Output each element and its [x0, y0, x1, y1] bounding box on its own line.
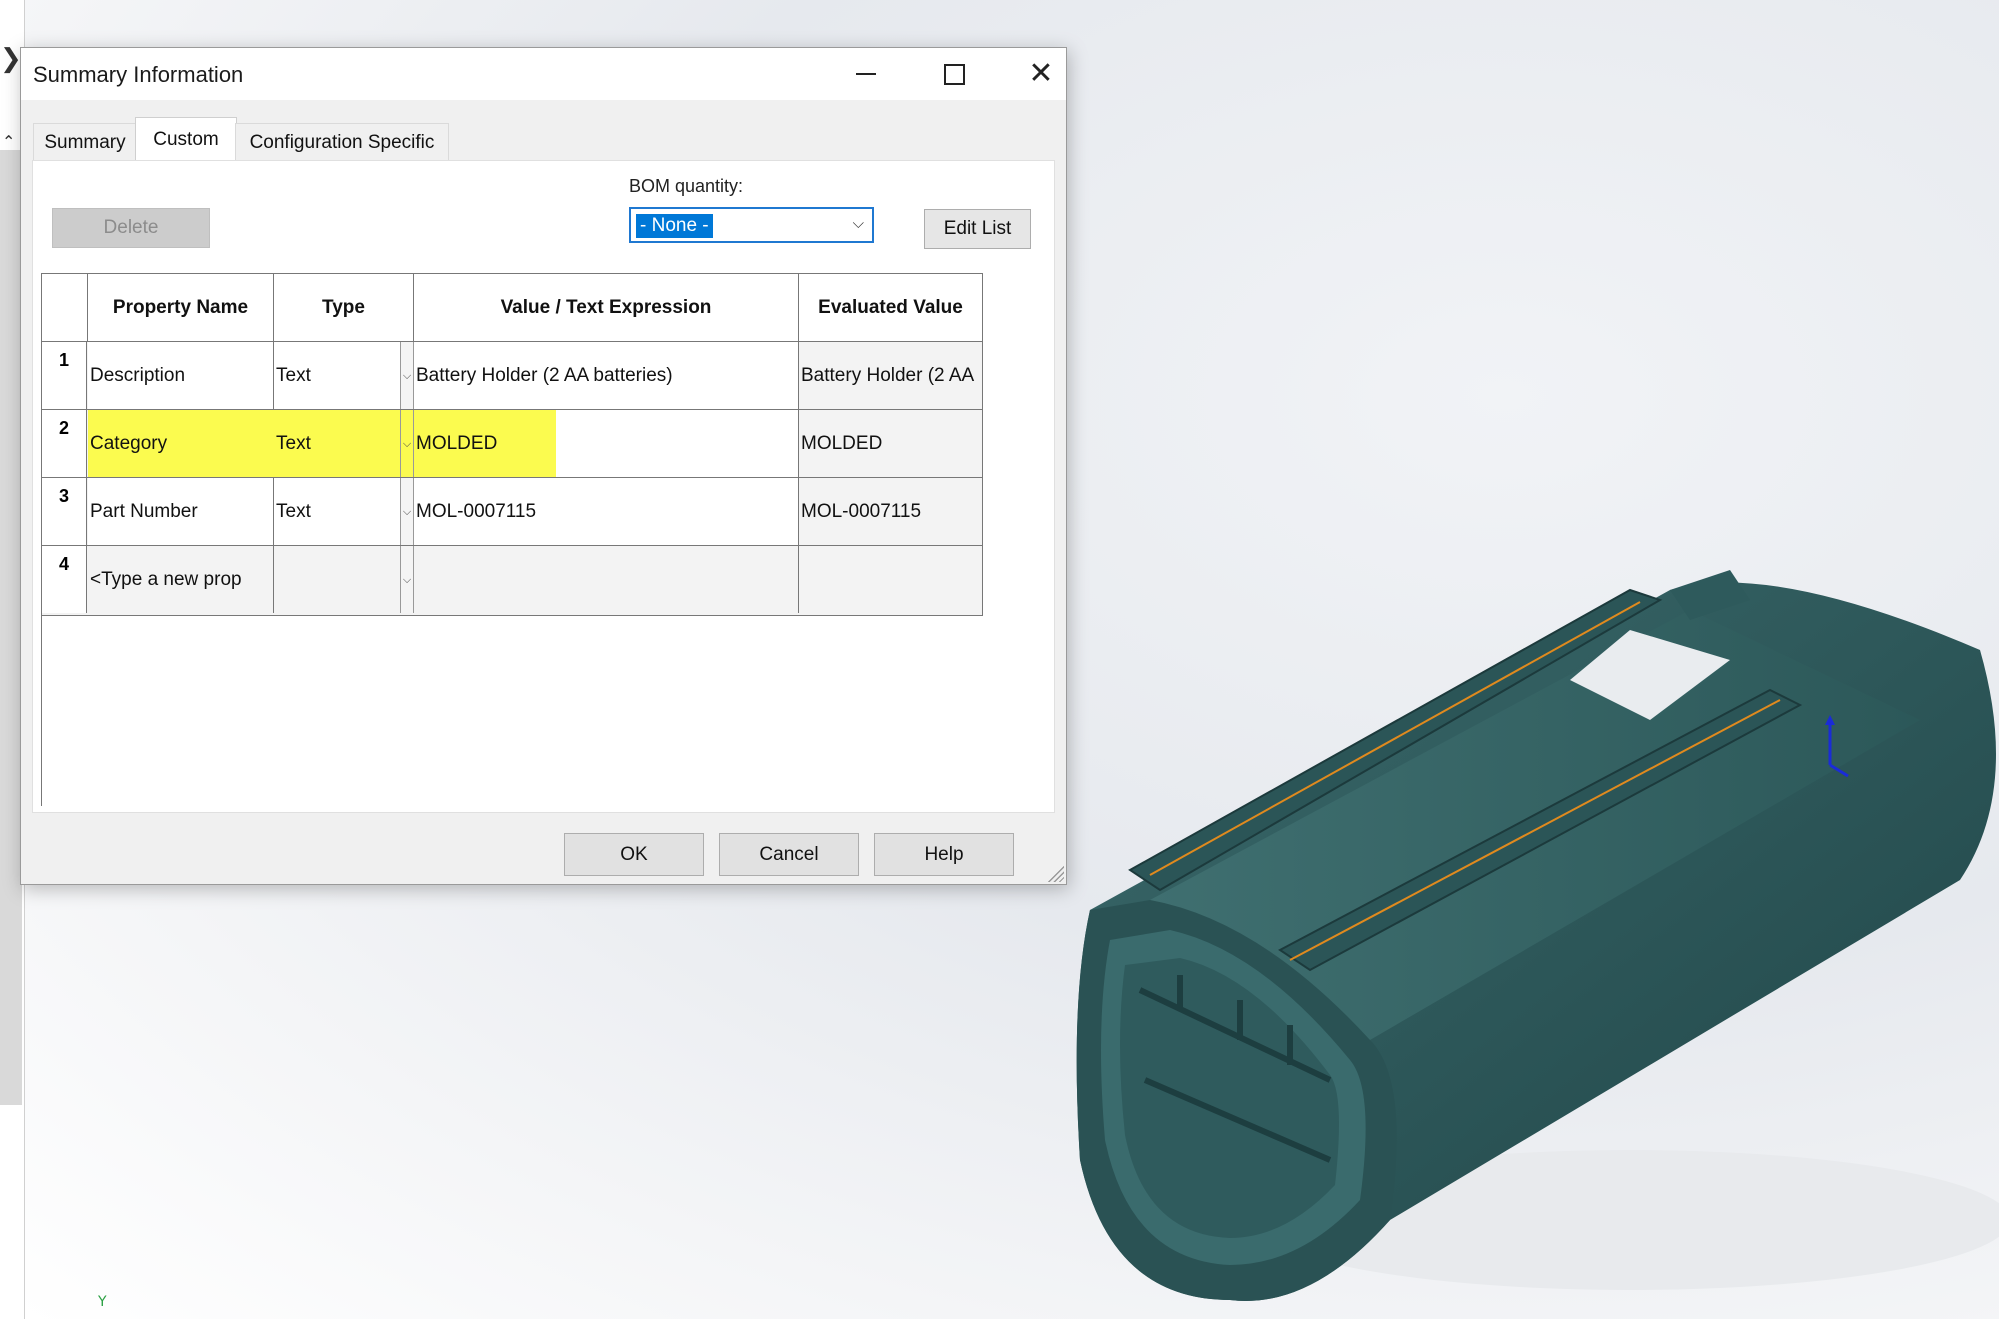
- tab-configuration-specific[interactable]: Configuration Specific: [235, 123, 449, 162]
- table-row[interactable]: 2 Category Text ⌵ MOLDED MOLDED: [42, 410, 982, 478]
- chevron-down-icon: ⌵: [852, 214, 864, 232]
- custom-properties-table: Property Name Type Value / Text Expressi…: [41, 273, 983, 616]
- value-highlight: MOLDED: [414, 410, 556, 477]
- header-rownum: [42, 274, 88, 342]
- chevron-up-icon[interactable]: ⌃: [2, 132, 15, 151]
- minimize-button[interactable]: [831, 48, 901, 100]
- scrollbar-track[interactable]: [0, 150, 22, 1105]
- header-evaluated-value[interactable]: Evaluated Value: [799, 274, 982, 342]
- value-cell[interactable]: MOL-0007115: [414, 478, 799, 545]
- cancel-button[interactable]: Cancel: [719, 833, 859, 876]
- value-cell[interactable]: MOLDED: [414, 410, 799, 477]
- dialog-titlebar[interactable]: Summary Information ✕: [21, 48, 1066, 100]
- help-button[interactable]: Help: [874, 833, 1014, 876]
- dialog-title: Summary Information: [33, 62, 244, 87]
- delete-button[interactable]: Delete: [52, 208, 210, 248]
- table-left-border: [41, 616, 42, 806]
- type-cell[interactable]: Text: [274, 410, 400, 477]
- type-dropdown-arrow[interactable]: ⌵: [400, 478, 414, 545]
- type-dropdown-arrow[interactable]: ⌵: [400, 410, 414, 477]
- battery-holder-model[interactable]: [1030, 520, 1999, 1319]
- maximize-button[interactable]: [919, 48, 989, 100]
- resize-grip-icon[interactable]: [1046, 864, 1064, 882]
- type-cell[interactable]: Text: [274, 478, 400, 545]
- tab-summary[interactable]: Summary: [33, 123, 137, 162]
- evaluated-value-cell: MOLDED: [799, 410, 982, 477]
- property-name-cell[interactable]: Part Number: [88, 478, 274, 545]
- bom-quantity-label: BOM quantity:: [629, 176, 744, 196]
- edit-list-button[interactable]: Edit List: [924, 209, 1031, 249]
- close-button[interactable]: ✕: [1006, 48, 1076, 100]
- table-row[interactable]: 3 Part Number Text ⌵ MOL-0007115 MOL-000…: [42, 478, 982, 546]
- header-value-text-expression[interactable]: Value / Text Expression: [414, 274, 799, 342]
- chevron-right-icon[interactable]: ❯: [0, 44, 22, 74]
- type-dropdown-arrow[interactable]: ⌵: [400, 342, 414, 409]
- tab-custom[interactable]: Custom: [135, 117, 237, 162]
- bom-quantity-select[interactable]: - None - ⌵: [629, 207, 874, 243]
- row-number[interactable]: 4: [42, 546, 87, 613]
- type-dropdown-arrow[interactable]: ⌵: [400, 546, 414, 613]
- close-icon: ✕: [1028, 56, 1054, 91]
- property-name-cell[interactable]: Description: [88, 342, 274, 409]
- new-property-name-cell[interactable]: <Type a new prop: [88, 546, 274, 613]
- summary-information-dialog: Summary Information ✕ Summary Custom Con…: [20, 47, 1067, 885]
- evaluated-value-cell: [799, 546, 982, 613]
- value-cell[interactable]: Battery Holder (2 AA batteries): [414, 342, 799, 409]
- bom-quantity-value: - None -: [636, 214, 713, 238]
- evaluated-value-cell: MOL-0007115: [799, 478, 982, 545]
- value-cell[interactable]: [414, 546, 799, 613]
- type-cell[interactable]: Text: [274, 342, 400, 409]
- evaluated-value-cell: Battery Holder (2 AA: [799, 342, 982, 409]
- row-number[interactable]: 3: [42, 478, 87, 545]
- header-type[interactable]: Type: [274, 274, 414, 342]
- ok-button[interactable]: OK: [564, 833, 704, 876]
- maximize-icon: [943, 63, 965, 85]
- row-number[interactable]: 1: [42, 342, 87, 409]
- minimize-icon: [856, 73, 876, 75]
- table-row-new[interactable]: 4 <Type a new prop ⌵: [42, 546, 982, 614]
- table-row[interactable]: 1 Description Text ⌵ Battery Holder (2 A…: [42, 342, 982, 410]
- property-name-cell[interactable]: Category: [88, 410, 274, 477]
- row-number[interactable]: 2: [42, 410, 87, 477]
- triad-y-label: Y: [98, 1294, 107, 1310]
- type-cell[interactable]: [274, 546, 400, 613]
- header-property-name[interactable]: Property Name: [88, 274, 274, 342]
